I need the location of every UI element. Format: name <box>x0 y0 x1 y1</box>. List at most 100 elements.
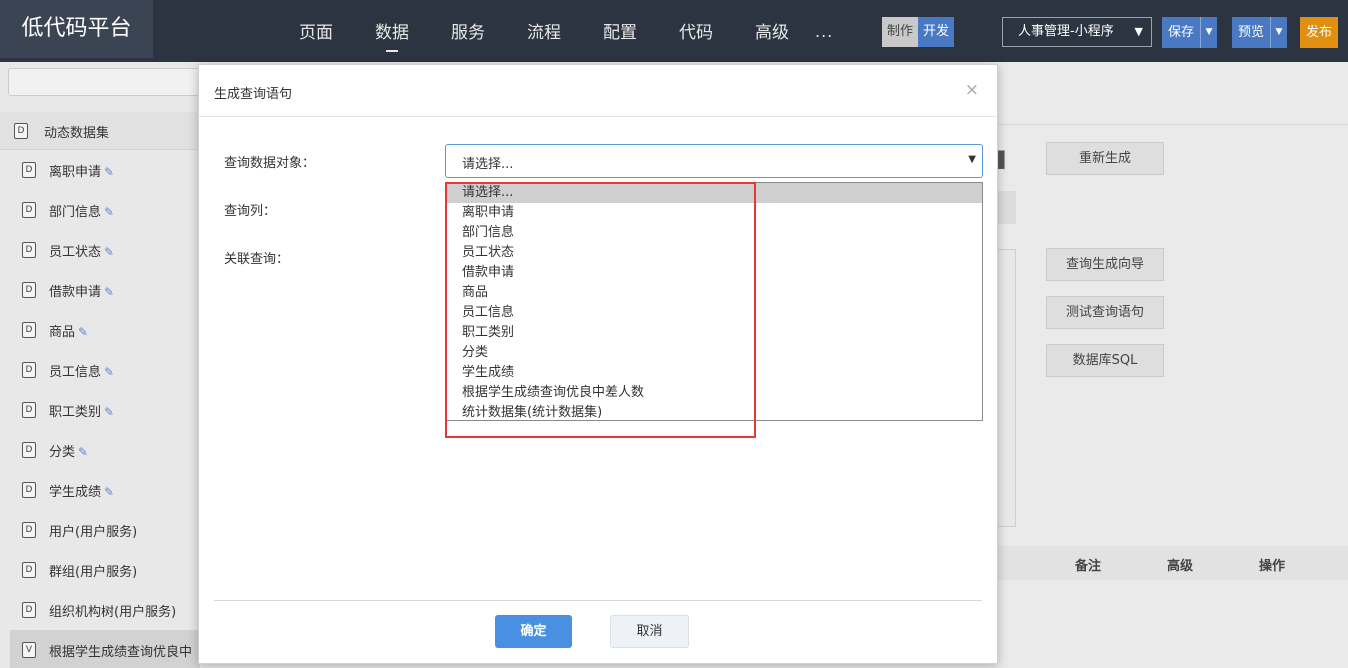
sidebar-item[interactable]: D 员工信息 ✎ <box>0 350 200 390</box>
dropdown-option[interactable]: 学生成绩 <box>446 363 982 383</box>
dataset-icon: D <box>22 482 36 498</box>
sidebar-item-text: 用户(用户服务) <box>49 525 138 540</box>
sidebar-item-text: 商品 <box>49 325 76 340</box>
sidebar-item[interactable]: D 借款申请 ✎ <box>0 270 200 310</box>
dataset-icon: D <box>22 402 36 418</box>
sidebar-item-label: 员工状态 ✎ <box>49 241 114 260</box>
mode-dev-button[interactable]: 开发 <box>918 17 955 47</box>
sidebar-item[interactable]: V 根据学生成绩查询优良中 <box>10 630 200 668</box>
sidebar-item[interactable]: D 职工类别 ✎ <box>0 390 200 430</box>
confirm-button[interactable]: 确定 <box>495 615 572 648</box>
pencil-icon[interactable]: ✎ <box>104 165 114 179</box>
dataset-icon: D <box>22 162 36 178</box>
sidebar-item[interactable]: D 离职申请 ✎ <box>0 150 200 190</box>
dataset-icon: D <box>22 202 36 218</box>
dropdown-option[interactable]: 根据学生成绩查询优良中差人数 <box>446 383 982 403</box>
cancel-button[interactable]: 取消 <box>610 615 689 648</box>
column-header-actions: 操作 <box>1259 559 1286 574</box>
save-button-label: 保存 <box>1168 25 1195 40</box>
pencil-icon[interactable]: ✎ <box>104 245 114 259</box>
dropdown-option[interactable]: 离职申请 <box>446 203 982 223</box>
nav-services[interactable]: 服务 <box>430 0 506 62</box>
sidebar-item[interactable]: D 分类 ✎ <box>0 430 200 470</box>
sidebar-item-label: 组织机构树(用户服务) <box>49 601 176 620</box>
caret-down-icon[interactable]: ▼ <box>1270 17 1287 48</box>
sidebar: D 动态数据集 D 离职申请 ✎ D 部门信息 ✎ D 员工状态 ✎ D 借款申请 ✎ D 商品 ✎ D 员工信… <box>0 62 208 668</box>
sidebar-item[interactable]: D 群组(用户服务) <box>0 550 200 590</box>
dropdown-option[interactable]: 统计数据集(统计数据集) <box>446 403 982 423</box>
dropdown-option[interactable]: 部门信息 <box>446 223 982 243</box>
dropdown-option[interactable]: 员工信息 <box>446 303 982 323</box>
query-wizard-button[interactable]: 查询生成向导 <box>1046 248 1164 281</box>
sidebar-item-label: 商品 ✎ <box>49 321 88 340</box>
dataset-icon: D <box>22 282 36 298</box>
sidebar-section-label: 动态数据集 <box>44 126 110 141</box>
query-object-label: 查询数据对象： <box>224 156 316 171</box>
dropdown-option[interactable]: 分类 <box>446 343 982 363</box>
sidebar-item-label: 根据学生成绩查询优良中 <box>49 641 192 660</box>
preview-button[interactable]: 预览 ▼ <box>1232 17 1288 48</box>
nav-data[interactable]: 数据 <box>354 0 430 62</box>
dialog-divider <box>199 116 997 117</box>
nav-code[interactable]: 代码 <box>658 0 734 62</box>
mode-make-button[interactable]: 制作 <box>882 17 919 47</box>
pencil-icon[interactable]: ✎ <box>104 365 114 379</box>
join-query-label: 关联查询： <box>224 252 290 267</box>
sidebar-item[interactable]: D 学生成绩 ✎ <box>0 470 200 510</box>
divider <box>997 124 1348 125</box>
nav-config[interactable]: 配置 <box>582 0 658 62</box>
app-select[interactable]: 人事管理-小程序 ▼ <box>1002 17 1152 47</box>
pencil-icon[interactable]: ✎ <box>104 485 114 499</box>
dropdown-option[interactable]: 借款申请 <box>446 263 982 283</box>
sidebar-item[interactable]: D 部门信息 ✎ <box>0 190 200 230</box>
pencil-icon[interactable]: ✎ <box>104 405 114 419</box>
sidebar-item-text: 员工信息 <box>49 365 102 380</box>
nav-flow[interactable]: 流程 <box>506 0 582 62</box>
query-columns-label: 查询列： <box>224 204 277 219</box>
dropdown-option[interactable]: 员工状态 <box>446 243 982 263</box>
sidebar-item[interactable]: D 组织机构树(用户服务) <box>0 590 200 630</box>
pencil-icon[interactable]: ✎ <box>78 445 88 459</box>
sidebar-item-text: 分类 <box>49 445 76 460</box>
preview-button-label: 预览 <box>1238 25 1265 40</box>
sidebar-item-text: 离职申请 <box>49 165 102 180</box>
sidebar-item-text: 根据学生成绩查询优良中 <box>49 645 193 660</box>
pencil-icon[interactable]: ✎ <box>104 285 114 299</box>
dataset-icon: D <box>22 602 36 618</box>
app-select-value: 人事管理-小程序 <box>1018 24 1114 39</box>
publish-button-label: 发布 <box>1306 25 1333 40</box>
sidebar-search-input[interactable] <box>8 68 208 96</box>
sidebar-section-dynamic-datasets[interactable]: D 动态数据集 <box>0 112 200 150</box>
close-icon[interactable]: × <box>965 80 979 100</box>
pencil-icon[interactable]: ✎ <box>104 205 114 219</box>
view-icon: V <box>22 642 36 658</box>
table-header: 备注 高级 操作 <box>997 546 1348 580</box>
database-sql-button[interactable]: 数据库SQL <box>1046 344 1164 377</box>
nav-advanced[interactable]: 高级 <box>734 0 810 62</box>
app-logo: 低代码平台 <box>0 0 153 58</box>
sidebar-item[interactable]: D 用户(用户服务) <box>0 510 200 550</box>
dataset-icon: D <box>22 242 36 258</box>
sidebar-item-text: 部门信息 <box>49 205 102 220</box>
test-query-button[interactable]: 测试查询语句 <box>1046 296 1164 329</box>
pencil-icon[interactable]: ✎ <box>78 325 88 339</box>
sidebar-item-label: 部门信息 ✎ <box>49 201 114 220</box>
sidebar-item[interactable]: D 员工状态 ✎ <box>0 230 200 270</box>
regenerate-button[interactable]: 重新生成 <box>1046 142 1164 175</box>
nav-pages[interactable]: 页面 <box>278 0 354 62</box>
sidebar-item[interactable]: D 商品 ✎ <box>0 310 200 350</box>
sidebar-item-label: 员工信息 ✎ <box>49 361 114 380</box>
dropdown-option[interactable]: 职工类别 <box>446 323 982 343</box>
dropdown-option[interactable]: 请选择... <box>446 183 982 203</box>
nav-more-icon[interactable]: ... <box>815 22 833 41</box>
mode-toggle[interactable]: 制作 开发 <box>882 17 955 47</box>
sidebar-item-label: 用户(用户服务) <box>49 521 137 540</box>
dropdown-option[interactable]: 商品 <box>446 283 982 303</box>
sidebar-item-label: 群组(用户服务) <box>49 561 137 580</box>
publish-button[interactable]: 发布 <box>1300 17 1339 48</box>
query-object-select[interactable]: 请选择... ▼ <box>445 144 983 178</box>
dataset-icon: D <box>22 442 36 458</box>
query-object-options: 请选择... 离职申请 部门信息 员工状态 借款申请 商品 员工信息 职工类别 分类 学生成绩 根据… <box>445 182 983 421</box>
caret-down-icon[interactable]: ▼ <box>1200 17 1217 48</box>
save-button[interactable]: 保存 ▼ <box>1162 17 1218 48</box>
